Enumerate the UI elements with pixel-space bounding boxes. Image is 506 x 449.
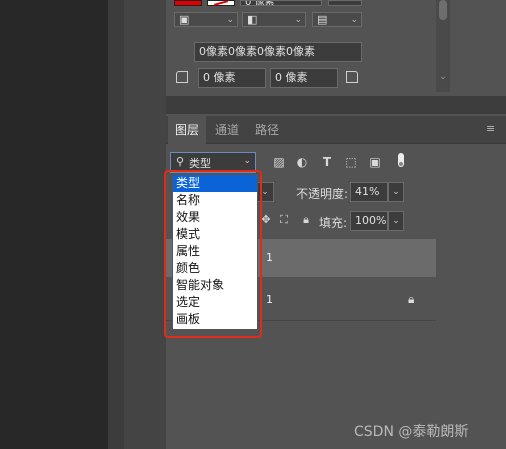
smart-object-filter-icon[interactable]: ▣: [367, 154, 383, 170]
scrollbar-thumb[interactable]: [439, 0, 447, 20]
shape-filter-icon[interactable]: ⬚: [343, 154, 359, 170]
chevron-down-icon: ⌄: [226, 15, 234, 25]
arrange-dropdown[interactable]: ▤ ⌄: [312, 12, 362, 27]
opacity-label: 不透明度:: [296, 187, 349, 201]
width-field[interactable]: 0 像素: [198, 68, 266, 88]
scroll-down-icon[interactable]: ⌄: [438, 72, 448, 82]
filter-selected-label: 类型: [189, 157, 211, 170]
layers-side-area: [436, 239, 506, 320]
fill-label: 填充:: [319, 216, 348, 230]
align-icon: ▣: [179, 13, 190, 26]
height-field[interactable]: 0 像素: [270, 68, 338, 88]
search-icon: ⚲: [176, 155, 185, 168]
path-ops-dropdown[interactable]: ◧ ⌄: [242, 12, 306, 27]
stroke-color-swatch[interactable]: [207, 0, 235, 6]
highlight-frame: [164, 170, 262, 338]
opacity-dropdown[interactable]: ⌄: [388, 182, 404, 202]
chevron-down-icon: ⌄: [350, 15, 358, 25]
spacing-field[interactable]: 0像素0像素0像素0像素: [194, 42, 362, 62]
image-filter-icon[interactable]: ▨: [271, 154, 287, 170]
tab-channels[interactable]: 通道: [208, 116, 246, 144]
stroke-width-field[interactable]: 0 像素: [240, 0, 322, 6]
panel-menu-icon[interactable]: ≡: [486, 123, 498, 134]
fill-field[interactable]: 100%: [350, 211, 388, 231]
type-filter-icon[interactable]: T: [319, 154, 335, 170]
panel-divider: [108, 0, 124, 449]
canvas-area: [0, 0, 108, 449]
fill-color-swatch[interactable]: [174, 0, 202, 6]
layer-name: 1: [266, 251, 273, 264]
lock-artboard-icon[interactable]: ⛶: [277, 213, 291, 227]
panel-separator: [166, 96, 506, 114]
align-dropdown[interactable]: ▣ ⌄: [174, 12, 238, 27]
stroke-type-field[interactable]: [328, 0, 362, 6]
layer-name: 1: [266, 293, 273, 306]
watermark: CSDN @泰勒朗斯: [354, 424, 469, 440]
opacity-field[interactable]: 41%: [350, 182, 388, 202]
tab-layers[interactable]: 图层: [168, 116, 206, 144]
fill-dropdown[interactable]: ⌄: [388, 211, 404, 231]
filter-toggle[interactable]: [398, 153, 404, 167]
arrange-icon: ▤: [317, 13, 328, 26]
tab-paths[interactable]: 路径: [248, 116, 286, 144]
chevron-down-icon: ⌄: [294, 15, 302, 25]
corner-icon[interactable]: [176, 71, 188, 83]
lock-all-icon[interactable]: 🔒︎: [299, 213, 313, 227]
chevron-down-icon: ⌄: [243, 156, 251, 166]
path-ops-icon: ◧: [247, 13, 258, 26]
corner-icon-2[interactable]: [346, 71, 358, 83]
adjustment-filter-icon[interactable]: ◐: [294, 154, 310, 170]
layer-lock-icon: 🔒︎: [408, 292, 415, 306]
panel-gutter: [124, 0, 166, 449]
